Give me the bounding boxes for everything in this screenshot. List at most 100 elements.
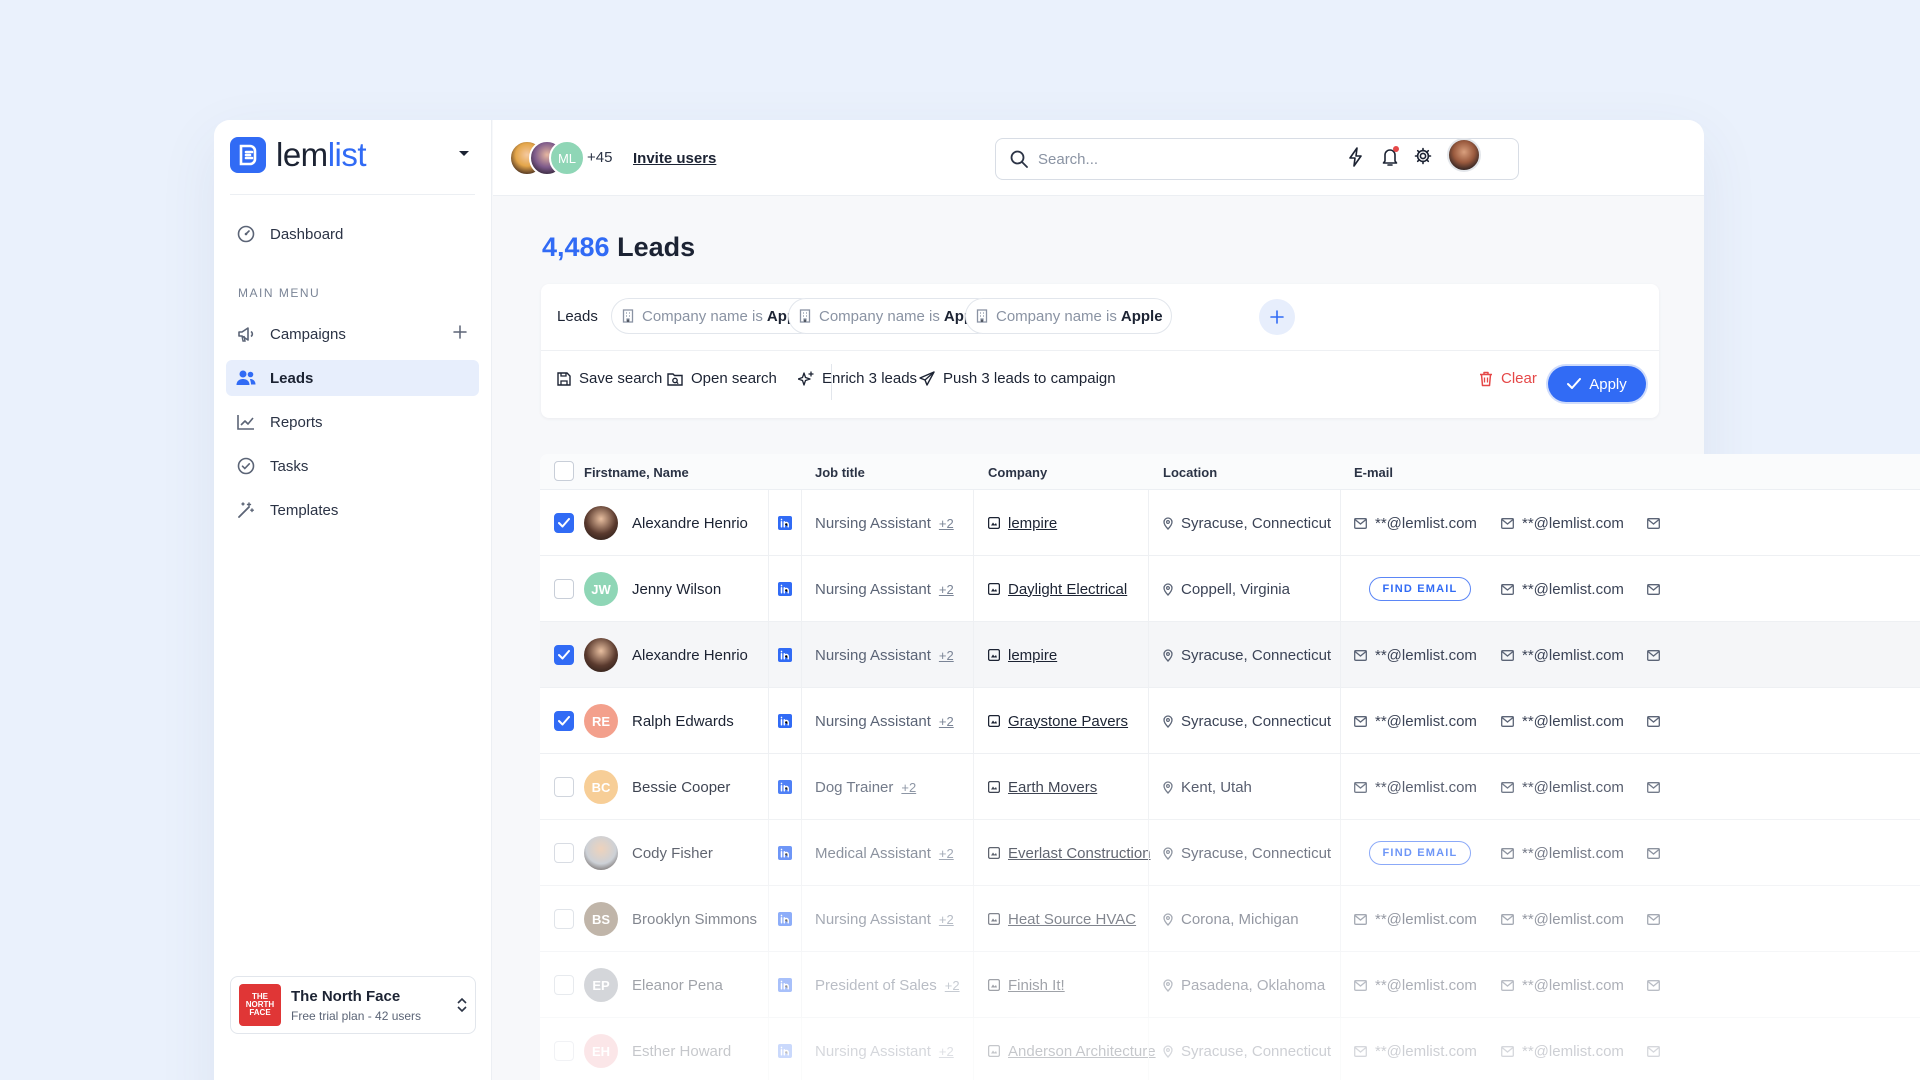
more-jobs-link[interactable]: +2 xyxy=(945,978,960,993)
user-profile-avatar[interactable] xyxy=(1447,138,1481,172)
row-checkbox[interactable] xyxy=(554,513,574,533)
invite-users-link[interactable]: Invite users xyxy=(633,150,716,167)
column-header-company[interactable]: Company xyxy=(988,465,1047,480)
company-logo-icon xyxy=(988,715,1000,727)
linkedin-icon[interactable] xyxy=(778,780,792,794)
linkedin-icon[interactable] xyxy=(778,714,792,728)
settings-gear-icon[interactable] xyxy=(1414,147,1432,165)
column-header-location[interactable]: Location xyxy=(1163,465,1217,480)
lead-name[interactable]: Jenny Wilson xyxy=(632,581,721,598)
select-all-checkbox[interactable] xyxy=(554,461,574,481)
top-header: ML +45 Invite users xyxy=(493,120,1704,196)
filter-chip[interactable]: Company name isApple xyxy=(965,298,1172,334)
company-link[interactable]: lempire xyxy=(1008,515,1057,532)
linkedin-icon[interactable] xyxy=(778,846,792,860)
lead-name[interactable]: Brooklyn Simmons xyxy=(632,911,757,928)
company-link[interactable]: Earth Movers xyxy=(1008,779,1097,796)
lead-name[interactable]: Cody Fisher xyxy=(632,845,713,862)
lead-name[interactable]: Bessie Cooper xyxy=(632,779,730,796)
organization-switcher[interactable]: THE NORTH FACE The North Face Free trial p… xyxy=(230,976,476,1034)
workspace-dropdown-icon[interactable] xyxy=(458,150,470,158)
company-link[interactable]: Finish It! xyxy=(1008,977,1065,994)
sidebar-item-dashboard[interactable]: Dashboard xyxy=(226,216,479,252)
table-row[interactable]: EP Eleanor Pena President of Sales +2 Finish… xyxy=(540,952,1920,1018)
notifications-bell-icon[interactable] xyxy=(1382,146,1399,167)
row-checkbox[interactable] xyxy=(554,579,574,599)
table-row[interactable]: BS Brooklyn Simmons Nursing Assistant +2 Hea… xyxy=(540,886,1920,952)
table-row[interactable]: Cody Fisher Medical Assistant +2 Everlast C… xyxy=(540,820,1920,886)
sidebar-item-tasks[interactable]: Tasks xyxy=(226,448,479,484)
sidebar-item-leads[interactable]: Leads xyxy=(226,360,479,396)
company-link[interactable]: Everlast Construction xyxy=(1008,845,1151,862)
lead-name[interactable]: Alexandre Henrio xyxy=(632,647,748,664)
filter-chip[interactable]: Company name isApple xyxy=(788,298,995,334)
lead-name[interactable]: Ralph Edwards xyxy=(632,713,734,730)
more-jobs-link[interactable]: +2 xyxy=(939,648,954,663)
column-header-name[interactable]: Firstname, Name xyxy=(584,465,689,480)
save-search-button[interactable]: Save search xyxy=(557,370,662,387)
lead-name[interactable]: Alexandre Henrio xyxy=(632,515,748,532)
linkedin-icon[interactable] xyxy=(778,912,792,926)
more-jobs-link[interactable]: +2 xyxy=(939,1044,954,1059)
more-jobs-link[interactable]: +2 xyxy=(939,714,954,729)
row-checkbox[interactable] xyxy=(554,711,574,731)
filter-field: Company name is xyxy=(996,307,1117,325)
table-row[interactable]: Alexandre Henrio Nursing Assistant +2 lempi… xyxy=(540,622,1920,688)
table-row[interactable]: JW Jenny Wilson Nursing Assistant +2 Dayligh… xyxy=(540,556,1920,622)
clear-filters-button[interactable]: Clear xyxy=(1479,370,1537,387)
switch-organization-icon[interactable] xyxy=(457,997,467,1013)
push-to-campaign-button[interactable]: Push 3 leads to campaign xyxy=(919,370,1116,387)
team-avatars[interactable]: ML xyxy=(509,140,585,176)
company-link[interactable]: Graystone Pavers xyxy=(1008,713,1128,730)
column-header-job[interactable]: Job title xyxy=(815,465,865,480)
search-input[interactable] xyxy=(1038,150,1478,168)
column-header-email[interactable]: E-mail xyxy=(1354,465,1393,480)
table-row[interactable]: BC Bessie Cooper Dog Trainer +2 Earth Movers… xyxy=(540,754,1920,820)
table-row[interactable]: Alexandre Henrio Nursing Assistant +2 lempi… xyxy=(540,490,1920,556)
linkedin-icon[interactable] xyxy=(778,648,792,662)
north-face-logo: THE NORTH FACE xyxy=(239,984,281,1026)
enrich-leads-button[interactable]: Enrich 3 leads xyxy=(798,370,917,387)
lead-name[interactable]: Esther Howard xyxy=(632,1043,731,1060)
linkedin-icon[interactable] xyxy=(778,582,792,596)
row-checkbox[interactable] xyxy=(554,975,574,995)
open-search-button[interactable]: Open search xyxy=(667,370,777,387)
search-bar[interactable] xyxy=(995,138,1519,180)
team-avatar-initials: ML xyxy=(549,140,585,176)
add-filter-button[interactable] xyxy=(1259,299,1295,335)
find-email-button[interactable]: FIND EMAIL xyxy=(1369,577,1471,601)
table-row[interactable]: EH Esther Howard Nursing Assistant +2 Anders… xyxy=(540,1018,1920,1080)
company-link[interactable]: Daylight Electrical xyxy=(1008,581,1127,598)
linkedin-icon[interactable] xyxy=(778,516,792,530)
location-value: Syracuse, Connecticut xyxy=(1181,646,1332,664)
apply-filters-button[interactable]: Apply xyxy=(1548,366,1646,402)
company-link[interactable]: Anderson Architecture xyxy=(1008,1043,1156,1060)
location-value: Coppell, Virginia xyxy=(1181,580,1290,598)
sidebar-item-templates[interactable]: Templates xyxy=(226,492,479,528)
more-jobs-link[interactable]: +2 xyxy=(939,582,954,597)
more-jobs-link[interactable]: +2 xyxy=(939,516,954,531)
sidebar-item-campaigns[interactable]: Campaigns xyxy=(226,316,479,352)
more-jobs-link[interactable]: +2 xyxy=(939,846,954,861)
table-row[interactable]: RE Ralph Edwards Nursing Assistant +2 Grayst… xyxy=(540,688,1920,754)
lightning-icon[interactable] xyxy=(1349,147,1363,167)
mail-icon xyxy=(1501,583,1514,595)
row-checkbox[interactable] xyxy=(554,645,574,665)
company-link[interactable]: Heat Source HVAC xyxy=(1008,911,1136,928)
row-checkbox[interactable] xyxy=(554,843,574,863)
brand-logo[interactable]: lemlist xyxy=(230,136,367,174)
email-value: **@lemlist.com xyxy=(1522,514,1624,532)
row-checkbox[interactable] xyxy=(554,777,574,797)
linkedin-icon[interactable] xyxy=(778,978,792,992)
more-jobs-link[interactable]: +2 xyxy=(901,780,916,795)
linkedin-icon[interactable] xyxy=(778,1044,792,1058)
company-link[interactable]: lempire xyxy=(1008,647,1057,664)
find-email-button[interactable]: FIND EMAIL xyxy=(1369,841,1471,865)
add-campaign-plus-icon[interactable] xyxy=(453,325,467,339)
row-checkbox[interactable] xyxy=(554,1041,574,1061)
filter-chip[interactable]: Company name isApple xyxy=(611,298,818,334)
row-checkbox[interactable] xyxy=(554,909,574,929)
lead-name[interactable]: Eleanor Pena xyxy=(632,977,723,994)
more-jobs-link[interactable]: +2 xyxy=(939,912,954,927)
sidebar-item-reports[interactable]: Reports xyxy=(226,404,479,440)
